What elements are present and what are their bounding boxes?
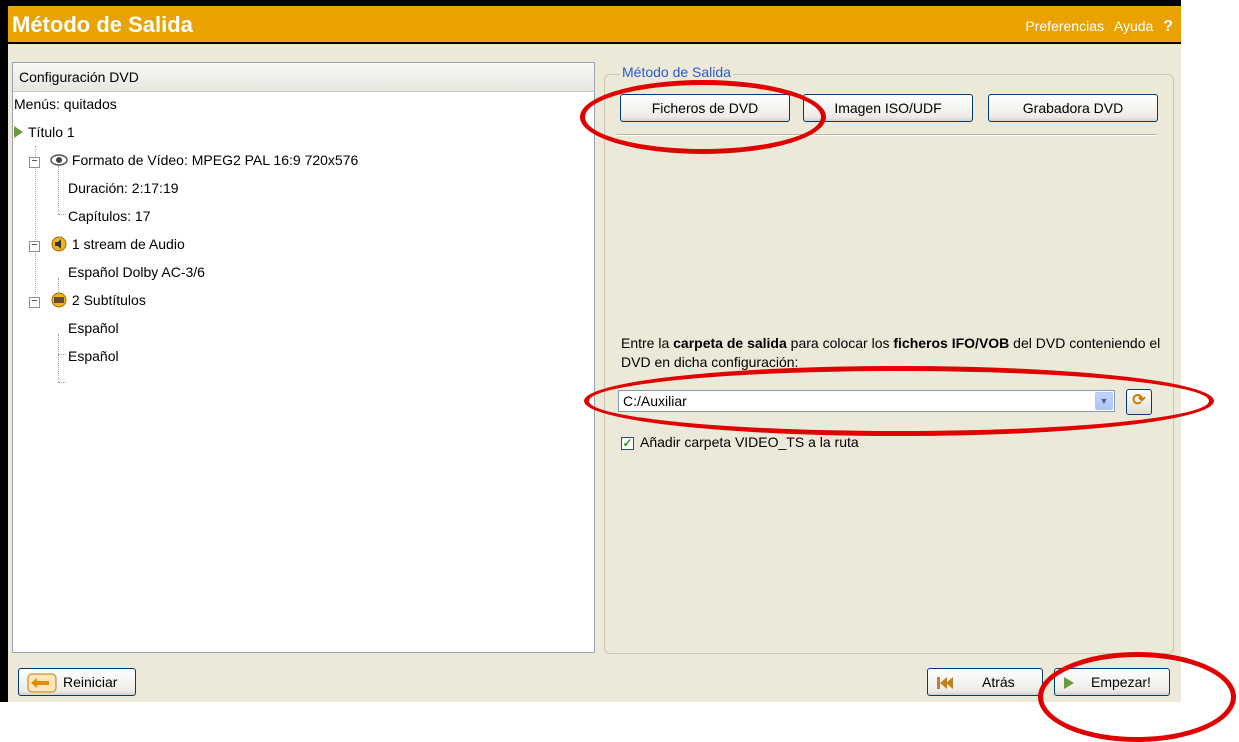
back-label: Atrás: [982, 674, 1015, 690]
dvd-files-button[interactable]: Ficheros de DVD: [620, 94, 790, 122]
title-item[interactable]: Título 1: [14, 124, 75, 140]
output-folder-combo[interactable]: C:/Auxiliar ▼: [618, 390, 1115, 412]
audio-label: 1 stream de Audio: [71, 236, 185, 252]
subtitle-track-item: Español: [68, 320, 119, 336]
window-title: Método de Salida: [12, 12, 193, 37]
refresh-folder-button[interactable]: ⟳: [1126, 389, 1152, 415]
collapse-icon[interactable]: −: [29, 297, 40, 308]
help-link[interactable]: Ayuda: [1114, 18, 1153, 34]
undo-arrow-icon: [27, 673, 57, 693]
video-ts-checkbox[interactable]: ✓: [621, 437, 634, 450]
subtitles-icon: [51, 292, 67, 308]
subtitles-item[interactable]: − 2 Subtítulos: [29, 292, 146, 308]
subtitles-label: 2 Subtítulos: [71, 292, 146, 308]
output-folder-description: Entre la carpeta de salida para colocar …: [621, 335, 1161, 370]
dvd-config-header: Configuración DVD: [13, 63, 594, 92]
refresh-icon: ⟳: [1132, 392, 1146, 409]
dvd-burner-button[interactable]: Grabadora DVD: [988, 94, 1158, 122]
play-icon: [14, 126, 23, 138]
separator: [617, 134, 1157, 136]
output-method-label: Método de Salida: [620, 64, 733, 80]
audio-item[interactable]: − 1 stream de Audio: [29, 236, 185, 252]
video-format-label: Formato de Vídeo: MPEG2 PAL 16:9 720x576: [71, 152, 359, 168]
tree-line: [58, 214, 66, 215]
audio-track-item: Español Dolby AC-3/6: [68, 264, 205, 280]
start-button[interactable]: Empezar!: [1054, 668, 1170, 696]
reset-label: Reiniciar: [63, 674, 118, 690]
tree-line: [58, 354, 66, 355]
eye-icon: [50, 154, 68, 166]
tree-line: [58, 334, 59, 382]
tree-line: [35, 146, 36, 294]
start-label: Empezar!: [1091, 674, 1151, 690]
help-icon[interactable]: ?: [1163, 18, 1173, 35]
speaker-icon: [51, 236, 67, 252]
video-ts-checkbox-label: Añadir carpeta VIDEO_TS a la ruta: [640, 434, 859, 450]
chevron-down-icon[interactable]: ▼: [1095, 392, 1113, 410]
dvd-config-panel: Configuración DVD Menús: quitados Título…: [12, 62, 595, 653]
tree-line: [58, 382, 66, 383]
subtitle-track-item: Español: [68, 348, 119, 364]
collapse-icon[interactable]: −: [29, 241, 40, 252]
iso-image-button[interactable]: Imagen ISO/UDF: [803, 94, 973, 122]
back-button[interactable]: Atrás: [927, 668, 1043, 696]
menus-item: Menús: quitados: [14, 96, 117, 112]
reset-button[interactable]: Reiniciar: [18, 668, 136, 696]
output-folder-value: C:/Auxiliar: [623, 393, 687, 409]
skip-back-icon: [937, 677, 953, 690]
video-format-item[interactable]: − Formato de Vídeo: MPEG2 PAL 16:9 720x5…: [29, 152, 358, 168]
chapters-item: Capítulos: 17: [68, 208, 151, 224]
preferences-link[interactable]: Preferencias: [1025, 18, 1104, 34]
play-icon: [1064, 677, 1074, 690]
duration-item: Duración: 2:17:19: [68, 180, 179, 196]
title-bar: Método de Salida Preferencias Ayuda ?: [8, 0, 1181, 44]
collapse-icon[interactable]: −: [29, 157, 40, 168]
title-links: Preferencias Ayuda ?: [1019, 18, 1173, 36]
tree-line: [58, 166, 59, 214]
title-item-label: Título 1: [28, 124, 75, 140]
